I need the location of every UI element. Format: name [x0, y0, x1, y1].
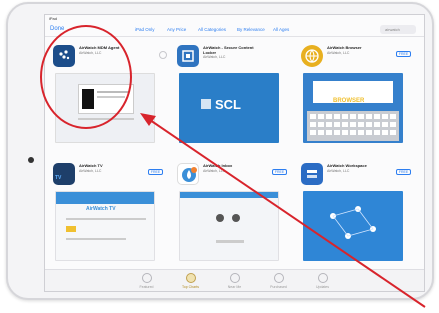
arrow-head [140, 113, 156, 126]
arrow-shaft [149, 119, 426, 308]
annotation-arrow [140, 113, 426, 308]
